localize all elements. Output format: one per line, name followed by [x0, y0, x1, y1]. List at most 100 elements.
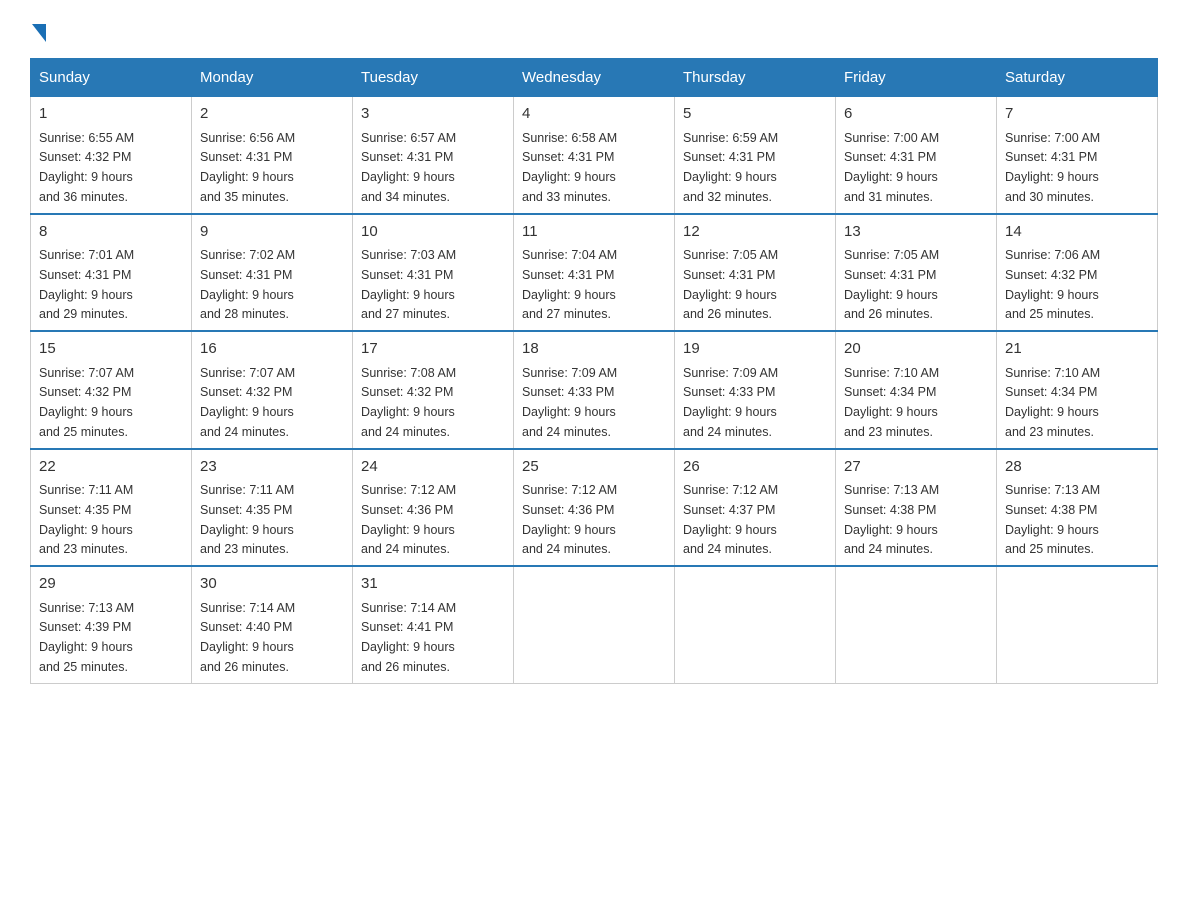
daylight-minutes: and 24 minutes.: [522, 425, 611, 439]
day-number: 10: [361, 221, 505, 244]
day-number: 2: [200, 103, 344, 126]
daylight-info: Daylight: 9 hours: [361, 523, 455, 537]
header-monday: Monday: [192, 59, 353, 97]
day-number: 23: [200, 456, 344, 479]
calendar-cell: 13 Sunrise: 7:05 AM Sunset: 4:31 PM Dayl…: [836, 214, 997, 332]
sunset-info: Sunset: 4:31 PM: [683, 150, 775, 164]
daylight-minutes: and 23 minutes.: [39, 542, 128, 556]
calendar-cell: 24 Sunrise: 7:12 AM Sunset: 4:36 PM Dayl…: [353, 449, 514, 567]
sunset-info: Sunset: 4:32 PM: [361, 385, 453, 399]
sunset-info: Sunset: 4:31 PM: [522, 268, 614, 282]
calendar-cell: 19 Sunrise: 7:09 AM Sunset: 4:33 PM Dayl…: [675, 331, 836, 449]
sunrise-info: Sunrise: 7:09 AM: [522, 366, 617, 380]
week-row-2: 8 Sunrise: 7:01 AM Sunset: 4:31 PM Dayli…: [31, 214, 1158, 332]
calendar-cell: 27 Sunrise: 7:13 AM Sunset: 4:38 PM Dayl…: [836, 449, 997, 567]
daylight-info: Daylight: 9 hours: [1005, 523, 1099, 537]
sunrise-info: Sunrise: 7:13 AM: [844, 483, 939, 497]
daylight-info: Daylight: 9 hours: [683, 288, 777, 302]
sunrise-info: Sunrise: 7:14 AM: [361, 601, 456, 615]
daylight-minutes: and 31 minutes.: [844, 190, 933, 204]
daylight-info: Daylight: 9 hours: [361, 640, 455, 654]
sunrise-info: Sunrise: 7:12 AM: [522, 483, 617, 497]
sunset-info: Sunset: 4:37 PM: [683, 503, 775, 517]
daylight-minutes: and 35 minutes.: [200, 190, 289, 204]
daylight-minutes: and 24 minutes.: [200, 425, 289, 439]
day-number: 4: [522, 103, 666, 126]
sunrise-info: Sunrise: 7:07 AM: [200, 366, 295, 380]
sunrise-info: Sunrise: 7:06 AM: [1005, 248, 1100, 262]
daylight-minutes: and 25 minutes.: [1005, 542, 1094, 556]
sunrise-info: Sunrise: 7:07 AM: [39, 366, 134, 380]
daylight-info: Daylight: 9 hours: [683, 405, 777, 419]
daylight-minutes: and 28 minutes.: [200, 307, 289, 321]
days-header-row: SundayMondayTuesdayWednesdayThursdayFrid…: [31, 59, 1158, 97]
daylight-info: Daylight: 9 hours: [683, 523, 777, 537]
daylight-minutes: and 24 minutes.: [522, 542, 611, 556]
daylight-info: Daylight: 9 hours: [522, 405, 616, 419]
sunset-info: Sunset: 4:31 PM: [1005, 150, 1097, 164]
daylight-info: Daylight: 9 hours: [200, 288, 294, 302]
day-number: 16: [200, 338, 344, 361]
calendar-cell: 16 Sunrise: 7:07 AM Sunset: 4:32 PM Dayl…: [192, 331, 353, 449]
sunset-info: Sunset: 4:31 PM: [361, 150, 453, 164]
calendar-cell: 11 Sunrise: 7:04 AM Sunset: 4:31 PM Dayl…: [514, 214, 675, 332]
sunset-info: Sunset: 4:31 PM: [844, 150, 936, 164]
day-number: 21: [1005, 338, 1149, 361]
calendar-cell: 2 Sunrise: 6:56 AM Sunset: 4:31 PM Dayli…: [192, 97, 353, 214]
daylight-minutes: and 34 minutes.: [361, 190, 450, 204]
day-number: 7: [1005, 103, 1149, 126]
calendar-cell: [514, 566, 675, 683]
calendar-cell: [675, 566, 836, 683]
daylight-info: Daylight: 9 hours: [844, 405, 938, 419]
daylight-minutes: and 25 minutes.: [1005, 307, 1094, 321]
calendar-table: SundayMondayTuesdayWednesdayThursdayFrid…: [30, 58, 1158, 684]
daylight-info: Daylight: 9 hours: [683, 170, 777, 184]
daylight-minutes: and 23 minutes.: [1005, 425, 1094, 439]
calendar-cell: [836, 566, 997, 683]
sunset-info: Sunset: 4:35 PM: [39, 503, 131, 517]
day-number: 26: [683, 456, 827, 479]
sunset-info: Sunset: 4:31 PM: [361, 268, 453, 282]
calendar-cell: 3 Sunrise: 6:57 AM Sunset: 4:31 PM Dayli…: [353, 97, 514, 214]
daylight-info: Daylight: 9 hours: [39, 523, 133, 537]
header-sunday: Sunday: [31, 59, 192, 97]
daylight-minutes: and 29 minutes.: [39, 307, 128, 321]
sunset-info: Sunset: 4:31 PM: [200, 268, 292, 282]
sunset-info: Sunset: 4:32 PM: [39, 385, 131, 399]
day-number: 30: [200, 573, 344, 596]
day-number: 29: [39, 573, 183, 596]
daylight-info: Daylight: 9 hours: [39, 288, 133, 302]
sunset-info: Sunset: 4:31 PM: [522, 150, 614, 164]
sunset-info: Sunset: 4:39 PM: [39, 620, 131, 634]
day-number: 11: [522, 221, 666, 244]
calendar-cell: 20 Sunrise: 7:10 AM Sunset: 4:34 PM Dayl…: [836, 331, 997, 449]
sunset-info: Sunset: 4:31 PM: [39, 268, 131, 282]
sunrise-info: Sunrise: 7:00 AM: [844, 131, 939, 145]
sunrise-info: Sunrise: 7:02 AM: [200, 248, 295, 262]
day-number: 5: [683, 103, 827, 126]
daylight-minutes: and 23 minutes.: [200, 542, 289, 556]
sunrise-info: Sunrise: 7:13 AM: [39, 601, 134, 615]
day-number: 1: [39, 103, 183, 126]
sunrise-info: Sunrise: 7:10 AM: [1005, 366, 1100, 380]
sunset-info: Sunset: 4:32 PM: [200, 385, 292, 399]
day-number: 13: [844, 221, 988, 244]
day-number: 14: [1005, 221, 1149, 244]
sunset-info: Sunset: 4:31 PM: [844, 268, 936, 282]
week-row-5: 29 Sunrise: 7:13 AM Sunset: 4:39 PM Dayl…: [31, 566, 1158, 683]
daylight-info: Daylight: 9 hours: [844, 170, 938, 184]
calendar-cell: 28 Sunrise: 7:13 AM Sunset: 4:38 PM Dayl…: [997, 449, 1158, 567]
daylight-minutes: and 26 minutes.: [683, 307, 772, 321]
header-tuesday: Tuesday: [353, 59, 514, 97]
day-number: 28: [1005, 456, 1149, 479]
header-saturday: Saturday: [997, 59, 1158, 97]
daylight-minutes: and 33 minutes.: [522, 190, 611, 204]
sunset-info: Sunset: 4:40 PM: [200, 620, 292, 634]
sunrise-info: Sunrise: 7:05 AM: [683, 248, 778, 262]
day-number: 17: [361, 338, 505, 361]
calendar-cell: 22 Sunrise: 7:11 AM Sunset: 4:35 PM Dayl…: [31, 449, 192, 567]
week-row-1: 1 Sunrise: 6:55 AM Sunset: 4:32 PM Dayli…: [31, 97, 1158, 214]
sunset-info: Sunset: 4:36 PM: [522, 503, 614, 517]
calendar-cell: 21 Sunrise: 7:10 AM Sunset: 4:34 PM Dayl…: [997, 331, 1158, 449]
calendar-cell: 23 Sunrise: 7:11 AM Sunset: 4:35 PM Dayl…: [192, 449, 353, 567]
